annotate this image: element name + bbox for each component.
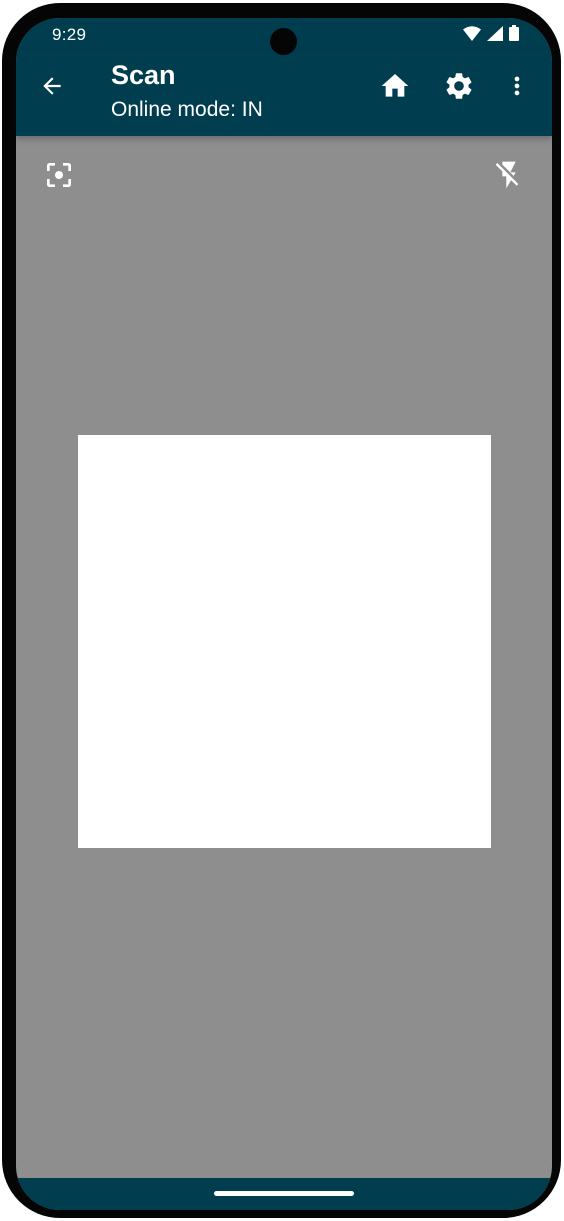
cell-signal-icon: [487, 25, 503, 41]
focus-button[interactable]: [42, 160, 76, 194]
scan-corner-top-left: [78, 435, 150, 507]
gear-icon: [443, 70, 475, 107]
phone-frame: 9:29 Scan Online mode: IN: [2, 3, 561, 1218]
home-icon: [379, 70, 411, 107]
center-focus-icon: [43, 159, 75, 196]
app-bar: Scan Online mode: IN: [16, 50, 552, 136]
scan-corner-bottom-right: [419, 776, 491, 848]
mode-subtitle: Online mode: IN: [111, 98, 263, 121]
more-options-button[interactable]: [503, 70, 531, 106]
home-indicator[interactable]: [214, 1191, 354, 1196]
page-title: Scan: [111, 60, 176, 90]
status-icons: [463, 25, 519, 41]
flash-toggle-button[interactable]: [492, 160, 526, 194]
status-time: 9:29: [52, 25, 87, 44]
more-vert-icon: [503, 70, 531, 107]
battery-icon: [509, 25, 519, 41]
scan-corner-top-right: [419, 435, 491, 507]
navigation-bar: [16, 1178, 552, 1210]
settings-button[interactable]: [441, 70, 477, 106]
back-button[interactable]: [36, 72, 68, 104]
screen: 9:29 Scan Online mode: IN: [16, 18, 552, 1210]
home-button[interactable]: [377, 70, 413, 106]
scan-corner-bottom-left: [78, 776, 150, 848]
scan-area: [78, 435, 491, 848]
arrow-left-icon: [39, 73, 65, 104]
flash-off-icon: [493, 159, 525, 196]
wifi-icon: [463, 25, 481, 41]
front-camera: [270, 28, 297, 55]
